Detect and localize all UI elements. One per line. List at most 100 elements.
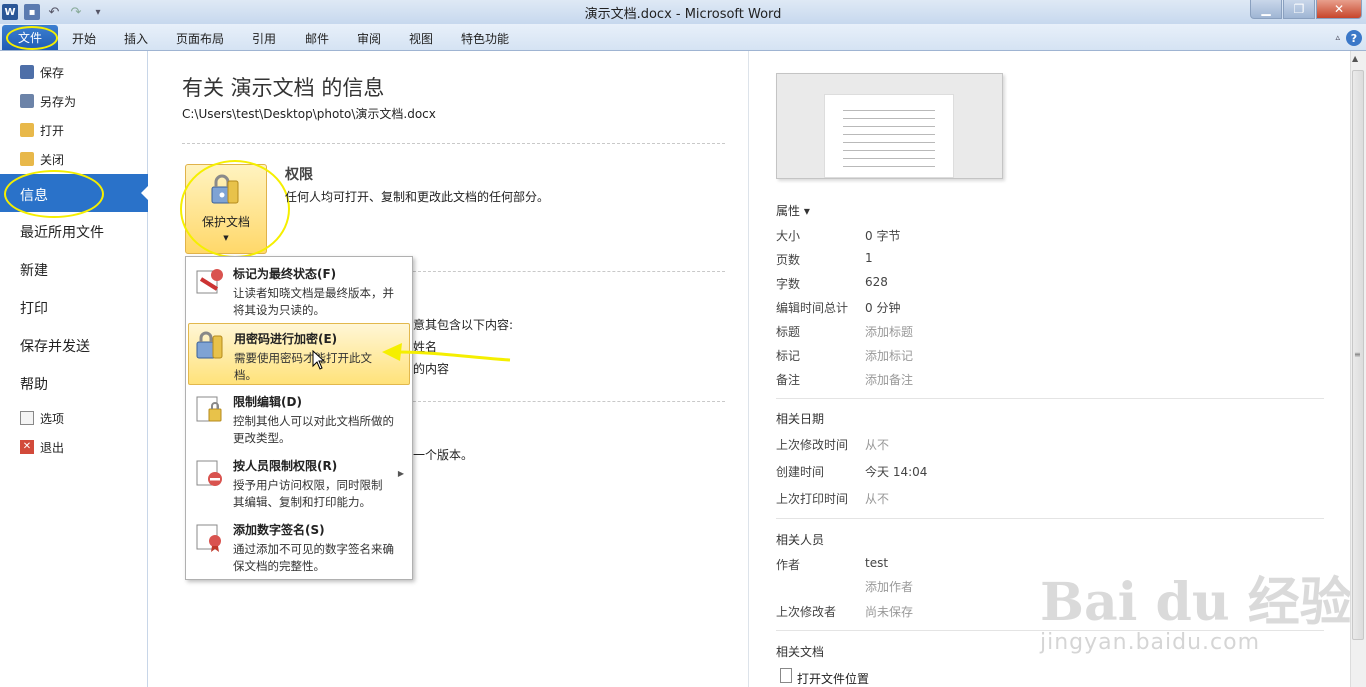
word-app-icon[interactable]: W	[2, 4, 18, 20]
nav-options[interactable]: 选项	[20, 408, 64, 428]
author-name[interactable]: test	[865, 556, 888, 570]
save-icon[interactable]: ▪	[24, 4, 40, 20]
protect-highlight	[180, 160, 290, 258]
menu-restrict-editing-title: 限制编辑(D)	[233, 395, 302, 409]
key-lock-icon	[196, 331, 223, 359]
prop-value: 0 字节	[865, 229, 901, 243]
nav-open-label: 打开	[40, 123, 65, 138]
nav-save-as-label: 另存为	[40, 94, 77, 109]
restrict-editing-icon	[196, 396, 222, 422]
maximize-button[interactable]: ❐	[1283, 0, 1315, 19]
nav-save-as[interactable]: 另存为	[20, 91, 76, 111]
protect-document-menu: 标记为最终状态(F) 让读者知晓文档是最终版本，并将其设为只读的。 用密码进行加…	[185, 256, 413, 580]
open-file-location-link[interactable]: 打开文件位置	[797, 670, 869, 687]
page-title: 有关 演示文档 的信息	[182, 76, 385, 100]
baidu-watermark: Bai du 经验	[1040, 572, 1352, 633]
nav-save-send[interactable]: 保存并发送	[20, 336, 90, 356]
prop-label: 大小	[776, 229, 801, 243]
folder-open-icon	[20, 123, 34, 137]
undo-icon[interactable]: ↶	[46, 4, 62, 20]
add-tag-field[interactable]: 添加标记	[865, 347, 913, 364]
menu-restrict-editing-desc: 控制其他人可以对此文档所做的更改类型。	[233, 414, 394, 445]
prop-label: 字数	[776, 277, 801, 291]
divider	[776, 398, 1324, 399]
tab-special[interactable]: 特色功能	[461, 30, 509, 47]
people-title: 相关人员	[776, 533, 825, 547]
menu-mark-final-title: 标记为最终状态(F)	[233, 267, 337, 281]
date-label: 上次打印时间	[776, 492, 849, 506]
nav-options-label: 选项	[40, 411, 65, 426]
digital-signature-icon	[196, 524, 221, 552]
file-tab-highlight	[6, 26, 58, 50]
tab-home[interactable]: 开始	[72, 30, 96, 47]
tab-review[interactable]: 审阅	[357, 30, 381, 47]
nav-open[interactable]: 打开	[20, 120, 64, 140]
scroll-up-icon[interactable]: ▲	[1352, 54, 1358, 63]
tab-page-layout[interactable]: 页面布局	[176, 30, 224, 47]
menu-restrict-permission[interactable]: 按人员限制权限(R) 授予用户访问权限，同时限制其编辑、复制和打印能力。 ▶	[188, 451, 410, 513]
baidu-watermark-url: jingyan.baidu.com	[1040, 630, 1261, 655]
nav-recent[interactable]: 最近所用文件	[20, 222, 104, 242]
menu-encrypt-password-desc: 需要使用密码才能打开此文档。	[234, 351, 372, 382]
prepare-text: 意其包含以下内容:	[413, 318, 514, 332]
nav-close[interactable]: 关闭	[20, 149, 64, 169]
customize-qat-icon[interactable]: ▾	[90, 4, 106, 20]
related-docs-title: 相关文档	[776, 645, 825, 659]
folder-close-icon	[20, 152, 34, 166]
nav-save[interactable]: 保存	[20, 62, 64, 82]
author-label: 作者	[776, 558, 801, 572]
close-button[interactable]: ✕	[1316, 0, 1362, 19]
add-comment-field[interactable]: 添加备注	[865, 371, 913, 388]
dates-title: 相关日期	[776, 412, 825, 426]
menu-restrict-permission-desc: 授予用户访问权限，同时限制其编辑、复制和打印能力。	[233, 478, 383, 509]
menu-restrict-editing[interactable]: 限制编辑(D) 控制其他人可以对此文档所做的更改类型。	[188, 387, 410, 449]
nav-new[interactable]: 新建	[20, 260, 48, 280]
divider	[413, 271, 725, 272]
redo-icon[interactable]: ↷	[68, 4, 84, 20]
divider	[413, 401, 725, 402]
add-author-field[interactable]: 添加作者	[865, 578, 913, 595]
menu-restrict-permission-title: 按人员限制权限(R)	[233, 459, 338, 473]
date-label: 上次修改时间	[776, 438, 849, 452]
prop-value: 1	[865, 251, 873, 265]
nav-exit[interactable]: ✕ 退出	[20, 437, 64, 457]
divider	[776, 518, 1324, 519]
date-value: 今天 14:04	[865, 465, 928, 479]
tab-references[interactable]: 引用	[252, 30, 276, 47]
permissions-desc: 任何人均可打开、复制和更改此文档的任何部分。	[285, 190, 550, 204]
versions-text: 一个版本。	[413, 448, 474, 462]
prop-value: 0 分钟	[865, 301, 901, 315]
menu-mark-final[interactable]: 标记为最终状态(F) 让读者知晓文档是最终版本，并将其设为只读的。	[188, 259, 410, 321]
add-title-field[interactable]: 添加标题	[865, 323, 913, 340]
divider	[182, 143, 725, 144]
properties-title[interactable]: 属性 ▾	[776, 202, 810, 219]
save-as-icon	[20, 94, 34, 108]
window-title: 演示文档.docx - Microsoft Word	[584, 7, 782, 22]
modifier-label: 上次修改者	[776, 605, 837, 619]
scroll-grip-icon: ≡	[1354, 350, 1361, 359]
menu-digital-signature[interactable]: 添加数字签名(S) 通过添加不可见的数字签名来确保文档的完整性。	[188, 515, 410, 577]
restrict-permission-icon	[196, 460, 222, 486]
date-value: 从不	[865, 438, 890, 452]
nav-exit-label: 退出	[40, 440, 65, 455]
menu-digital-signature-title: 添加数字签名(S)	[233, 523, 325, 537]
prop-label: 编辑时间总计	[776, 301, 849, 315]
options-icon	[20, 411, 34, 425]
tab-view[interactable]: 视图	[409, 30, 433, 47]
minimize-button[interactable]: ▁	[1250, 0, 1282, 19]
info-highlight	[4, 170, 104, 218]
ribbon-tabs: 开始 插入 页面布局 引用 邮件 审阅 视图 特色功能	[0, 24, 1366, 51]
tab-insert[interactable]: 插入	[124, 30, 148, 47]
tab-mailings[interactable]: 邮件	[305, 30, 329, 47]
nav-save-label: 保存	[40, 65, 65, 80]
mouse-cursor-icon	[312, 350, 326, 370]
ribbon-minimize-icon[interactable]: ▵	[1335, 33, 1340, 43]
nav-help[interactable]: 帮助	[20, 374, 48, 394]
date-label: 创建时间	[776, 465, 825, 479]
prop-label: 标记	[776, 349, 801, 363]
document-icon	[780, 668, 792, 683]
menu-digital-signature-desc: 通过添加不可见的数字签名来确保文档的完整性。	[233, 542, 394, 573]
nav-print[interactable]: 打印	[20, 298, 48, 318]
help-icon[interactable]: ?	[1346, 30, 1362, 46]
modifier-value: 尚未保存	[865, 605, 914, 619]
